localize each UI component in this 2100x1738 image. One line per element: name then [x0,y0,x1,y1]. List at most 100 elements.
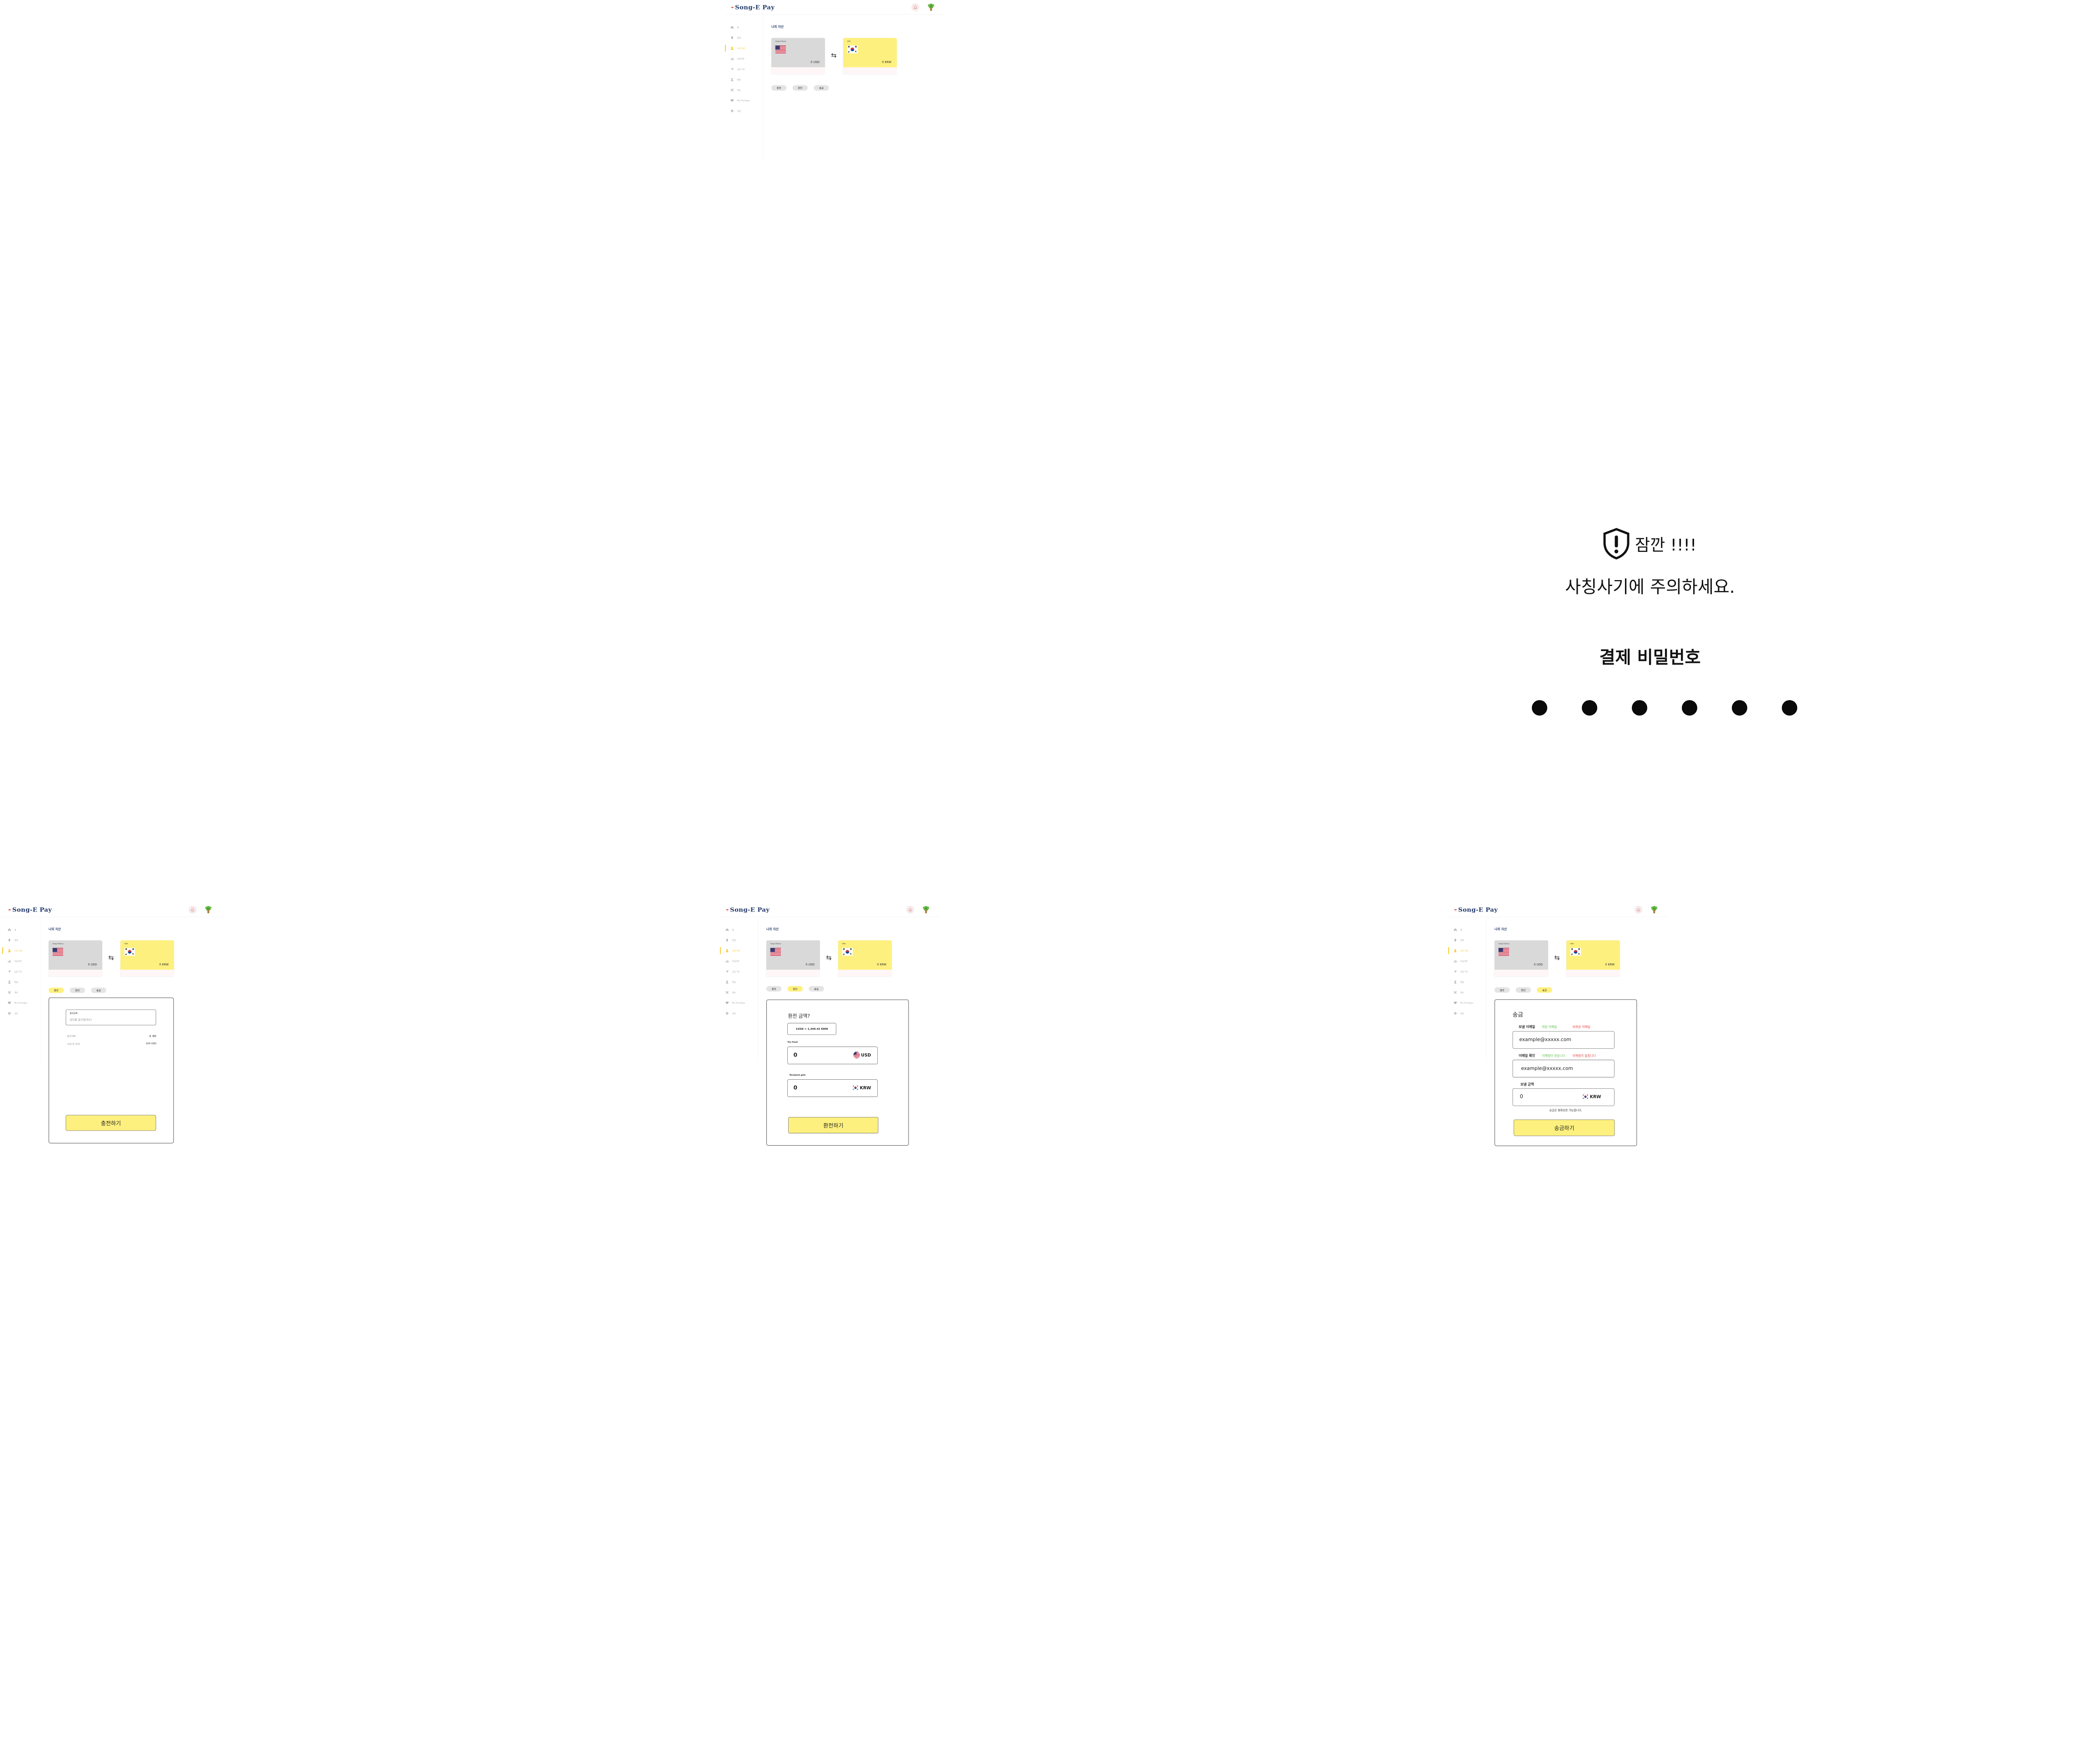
sidebar-item-3[interactable]: 이용내역 [725,55,763,63]
exchange-title: 환전 금액? [788,1013,810,1019]
sidebar-item-3[interactable]: 이용내역 [720,957,758,965]
usd-card[interactable]: Song-E Money 0 USD [771,38,825,74]
tab-1[interactable]: 환전 [792,85,808,91]
you-send-amount[interactable]: 0 [794,1052,797,1058]
sidebar-item-2[interactable]: 나의 자산 [720,947,758,955]
send-email-field[interactable]: example@xxxxx.com [1512,1031,1615,1049]
krw-card[interactable]: KRW 0 KRW [843,38,897,74]
usd-card[interactable]: Song-E Money 0 USD [1494,940,1548,977]
nonmember-email-option[interactable]: 비회원 이메일 [1573,1024,1590,1029]
tab-2[interactable]: 송금 [809,986,824,992]
notification-button[interactable] [188,906,197,914]
notification-button[interactable] [906,906,915,914]
charge-button[interactable]: 충전하기 [65,1115,156,1131]
sidebar-item-0[interactable]: 홈 [720,926,758,934]
app-logo[interactable]: Song-E Pay [730,4,775,11]
tab-2[interactable]: 송금 [91,987,106,993]
sidebar-item-6[interactable]: 혜사 [725,86,763,94]
charge-amount-field[interactable]: 충전금액 얼마를 충전할까요? [65,1009,156,1026]
usd-card[interactable]: Song-E Money 0 USD [48,940,102,977]
sidebar-item-4[interactable]: 금융 지도 [2,968,40,976]
pin-dots[interactable] [1532,700,1797,718]
pin-warning-screen: 잠깐 !!!! 사칭사기에 주의하세요. 결제 비밀번호 [1514,527,1797,736]
krw-card[interactable]: KRW 0 KRW [1566,940,1620,977]
recv-currency: KRW [860,1085,871,1091]
tab-0[interactable]: 충전 [771,85,787,91]
recipient-gets-field[interactable]: 0 KRW [787,1079,878,1097]
sidebar-item-1[interactable]: 결제 [725,34,763,42]
charge-amount-input[interactable]: 얼마를 충전할까요? [70,1018,92,1022]
sidebar-item-4[interactable]: 금융 지도 [725,65,763,73]
tab-0[interactable]: 충전 [48,987,64,993]
sidebar-item-3[interactable]: 이용내역 [2,957,40,965]
swap-arrows-icon[interactable]: ⇆ [831,51,836,59]
app-logo[interactable]: Song-E Pay [1454,906,1498,913]
you-send-field[interactable]: 0 USD [787,1047,878,1064]
app-logo[interactable]: Song-E Pay [8,906,52,913]
sidebar-item-0[interactable]: 홈 [2,926,40,934]
sidebar-item-1[interactable]: 결제 [1448,937,1486,944]
tab-2[interactable]: 송금 [814,85,829,91]
pin-dot [1682,700,1697,716]
recv-currency-selector[interactable]: KRW [852,1084,871,1092]
sidebar-item-6[interactable]: 혜사 [2,989,40,997]
avatar[interactable] [926,3,935,12]
tab-2[interactable]: 송금 [1537,987,1552,993]
sidebar-item-8[interactable]: 설정 [2,1010,40,1017]
asset-overview-screen: Song-E Pay 홈결제나의 자산이용내역금융 지도환불혜사 My Privi… [725,0,945,159]
sidebar-item-0[interactable]: 홈 [725,24,763,31]
send-currency-selector[interactable]: USD [853,1052,871,1058]
send-amount-input[interactable]: 0 [1520,1093,1523,1099]
sidebar-item-0[interactable]: 홈 [1448,926,1486,934]
tab-1[interactable]: 환전 [787,986,803,992]
sidebar-item-5[interactable]: 환불 [1448,978,1486,986]
tab-1[interactable]: 환전 [1515,987,1531,993]
sidebar-item-5[interactable]: 환불 [725,76,763,84]
swap-arrows-icon[interactable]: ⇆ [108,954,114,962]
confirm-email-field[interactable]: example@xxxxx.com [1512,1060,1615,1077]
sidebar-item-1[interactable]: 결제 [2,937,40,944]
recipient-gets-amount[interactable]: 0 [794,1085,797,1091]
krw-card[interactable]: KRW 0 KRW [120,940,174,977]
sidebar-item-8[interactable]: 설정 [725,107,763,115]
avatar[interactable] [204,905,213,914]
send-email-input[interactable]: example@xxxxx.com [1519,1037,1571,1042]
avatar[interactable] [921,905,930,914]
sidebar-item-3[interactable]: 이용내역 [1448,957,1486,965]
tab-0[interactable]: 충전 [766,986,782,992]
swap-arrows-icon[interactable]: ⇆ [1554,954,1560,962]
sidebar-item-2[interactable]: 나의 자산 [1448,947,1486,955]
krw-card[interactable]: KRW 0 KRW [838,940,892,977]
member-email-option[interactable]: 회원 이메일 [1542,1024,1557,1029]
sidebar-item-2[interactable]: 나의 자산 [725,45,763,52]
sidebar-item-6[interactable]: 혜사 [720,989,758,997]
sidebar-item-1[interactable]: 결제 [720,937,758,944]
sidebar-item-7[interactable]: My Privileges [720,999,758,1007]
sidebar-item-label: My Privileges [732,1002,745,1004]
sidebar-item-7[interactable]: My Privileges [725,97,763,105]
sidebar-item-5[interactable]: 환불 [2,978,40,986]
usd-card[interactable]: Song-E Money 0 USD [766,940,820,977]
remit-button[interactable]: 송금하기 [1514,1119,1615,1136]
notification-button[interactable] [911,3,920,11]
sidebar-item-2[interactable]: 나의 자산 [2,947,40,955]
notification-button[interactable] [1634,906,1643,914]
sidebar-item-4[interactable]: 금융 지도 [1448,968,1486,976]
confirm-email-input[interactable]: example@xxxxx.com [1521,1065,1573,1071]
app-logo[interactable]: Song-E Pay [725,906,770,913]
sidebar-item-7[interactable]: My Privileges [1448,999,1486,1007]
tab-0[interactable]: 충전 [1494,987,1510,993]
sidebar-item-8[interactable]: 설정 [1448,1010,1486,1017]
sidebar-item-8[interactable]: 설정 [720,1010,758,1017]
avatar[interactable] [1650,905,1659,914]
swap-arrows-icon[interactable]: ⇆ [826,954,831,962]
refund-icon [730,78,734,82]
sidebar-item-label: 홈 [732,929,734,932]
sidebar-item-6[interactable]: 혜사 [1448,989,1486,997]
sidebar-item-4[interactable]: 금융 지도 [720,968,758,976]
sidebar-item-5[interactable]: 환불 [720,978,758,986]
sidebar-item-7[interactable]: My Privileges [2,999,40,1007]
send-amount-field[interactable]: 0 KRW [1512,1088,1615,1106]
exchange-button[interactable]: 환전하기 [788,1117,879,1133]
tab-1[interactable]: 환전 [70,987,85,993]
